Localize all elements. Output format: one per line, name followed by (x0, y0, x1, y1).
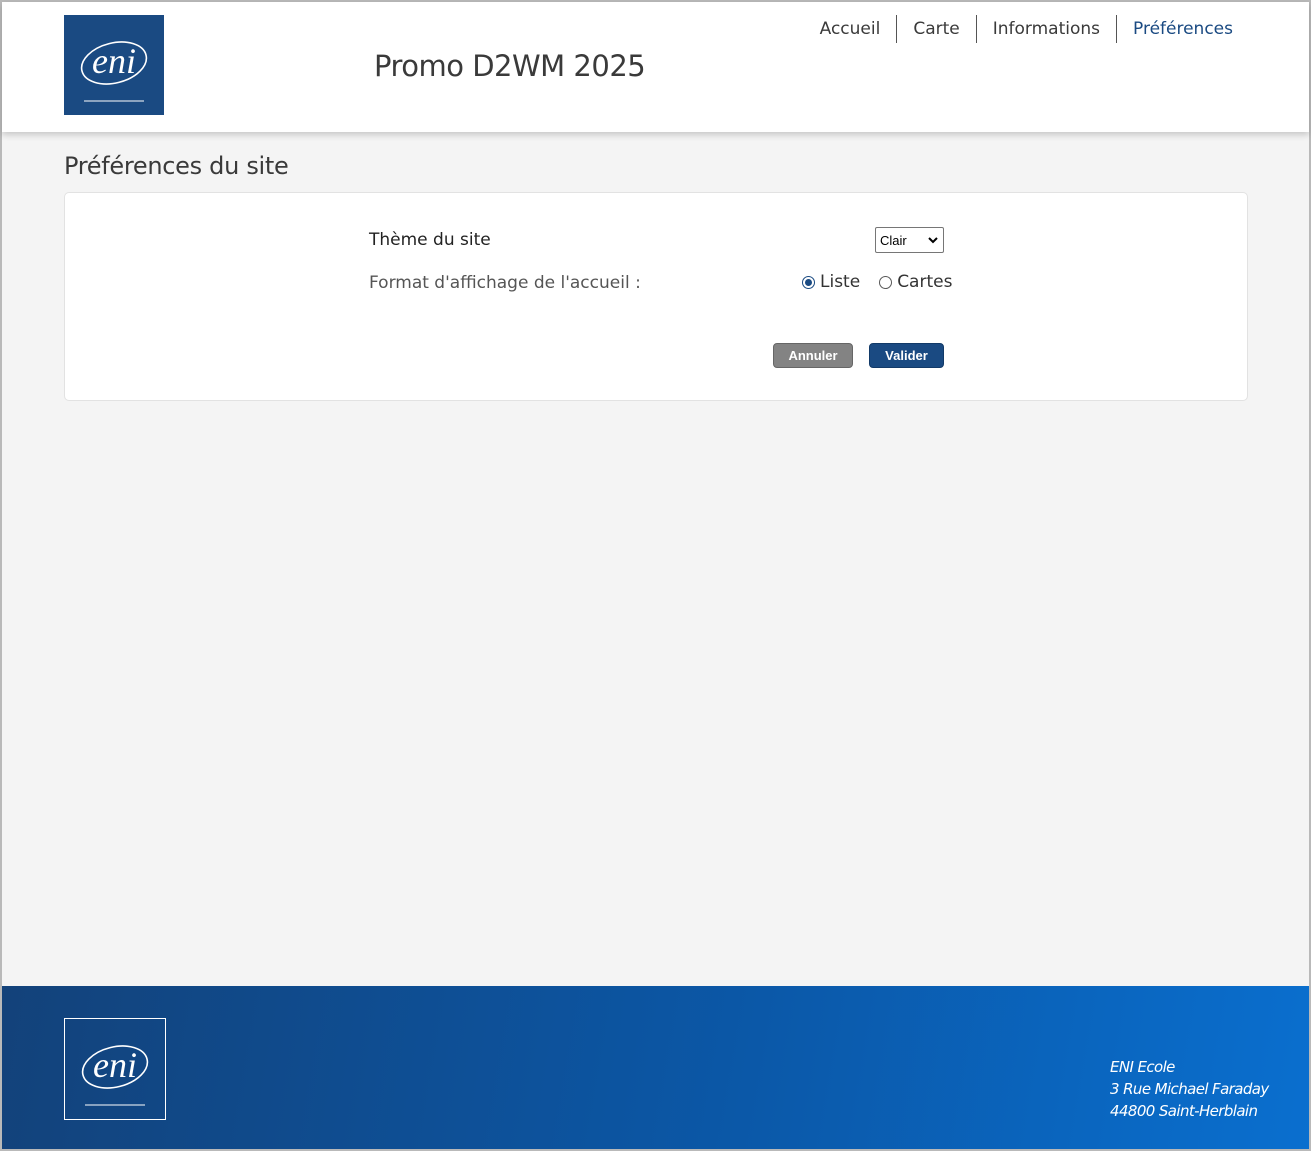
main-nav: Accueil Carte Informations Préférences (804, 15, 1249, 43)
theme-select-value: Clair (880, 232, 907, 248)
eni-logo-icon: eni (81, 1045, 149, 1106)
page-title: Préférences du site (64, 152, 289, 180)
footer-eni-logo[interactable]: eni (64, 1018, 166, 1120)
radio-liste-label: Liste (820, 272, 861, 292)
address-line: 44800 Saint-Herblain (1110, 1102, 1258, 1120)
svg-text:eni: eni (93, 1045, 137, 1085)
theme-label: Thème du site (369, 230, 491, 250)
eni-logo-icon: eni (80, 41, 148, 102)
theme-select[interactable]: Clair (875, 227, 944, 253)
svg-text:eni: eni (92, 41, 136, 81)
site-header: eni Promo D2WM 2025 Accueil Carte Inform… (2, 2, 1309, 132)
address-line: 3 Rue Michael Faraday (1110, 1080, 1269, 1098)
cancel-button[interactable]: Annuler (773, 343, 853, 368)
radio-liste[interactable] (802, 275, 815, 289)
chevron-down-icon (928, 237, 938, 244)
format-option-liste[interactable]: Liste (802, 272, 860, 292)
preferences-card: Thème du site Clair Format d'affichage d… (64, 192, 1248, 401)
nav-carte[interactable]: Carte (896, 15, 975, 43)
nav-preferences[interactable]: Préférences (1116, 15, 1249, 43)
format-option-cartes[interactable]: Cartes (879, 272, 952, 292)
submit-button[interactable]: Valider (869, 343, 944, 368)
eni-logo[interactable]: eni (64, 15, 164, 115)
nav-accueil[interactable]: Accueil (804, 15, 897, 43)
site-footer: eni ENI Ecole 3 Rue Michael Faraday 4480… (2, 986, 1309, 1149)
radio-cartes[interactable] (879, 275, 893, 289)
site-title: Promo D2WM 2025 (374, 49, 646, 83)
format-radio-group: Liste Cartes (802, 272, 952, 292)
nav-informations[interactable]: Informations (975, 15, 1116, 43)
format-label: Format d'affichage de l'accueil : (369, 273, 641, 293)
radio-cartes-label: Cartes (897, 272, 953, 292)
footer-address: ENI Ecole 3 Rue Michael Faraday 44800 Sa… (1110, 1056, 1269, 1122)
address-line: ENI Ecole (1110, 1058, 1175, 1076)
